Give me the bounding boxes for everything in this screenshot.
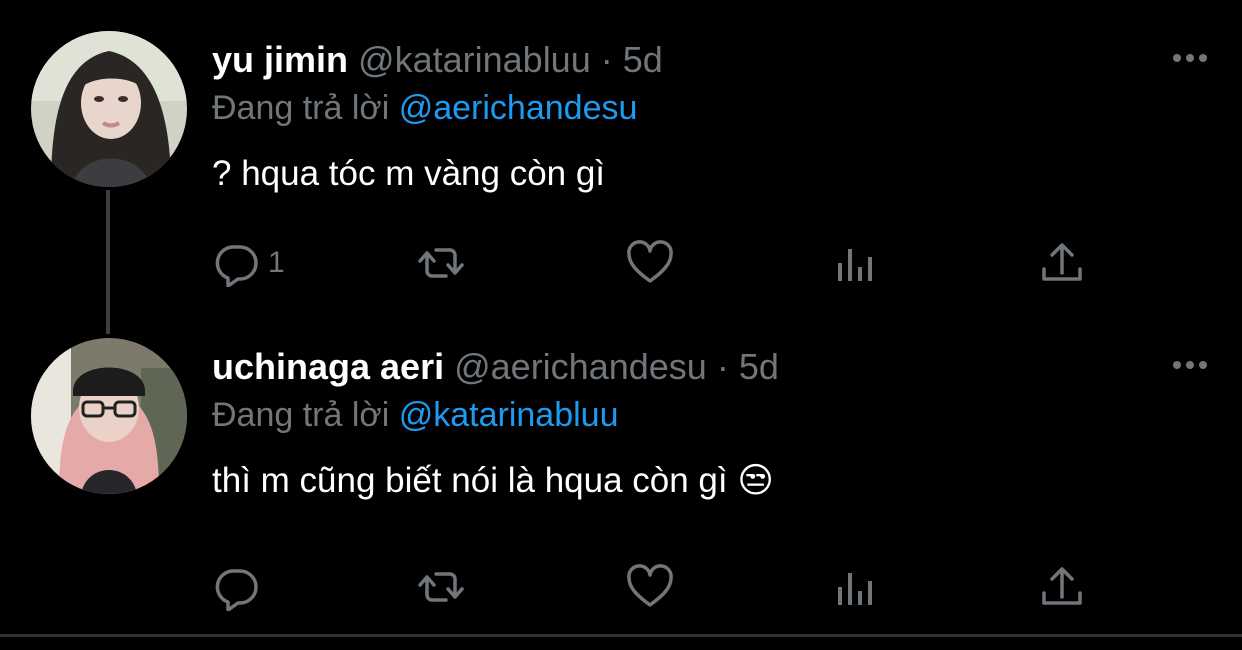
separator-dot: ·	[716, 346, 729, 387]
display-name[interactable]: yu jimin	[212, 39, 348, 80]
thread-connector-line	[106, 190, 110, 334]
share-button[interactable]	[1038, 562, 1086, 612]
tweet-header: yu jimin @katarinabluu · 5d	[212, 38, 1172, 82]
like-icon	[627, 564, 673, 607]
replying-prefix: Đang trả lời	[212, 89, 390, 127]
views-icon	[838, 249, 872, 281]
more-icon	[1173, 54, 1207, 62]
reply-count: 1	[268, 246, 285, 279]
replying-to-mention[interactable]: @katarinabluu	[399, 396, 619, 434]
reply-icon	[215, 569, 258, 611]
tweet-text: thì m cũng biết nói là hqua còn gì 😒	[212, 459, 1172, 503]
avatar-uchinaga-aeri[interactable]	[31, 338, 187, 494]
tweet-header: uchinaga aeri @aerichandesu · 5d	[212, 345, 1172, 389]
like-button[interactable]	[626, 238, 674, 288]
like-button[interactable]	[626, 562, 674, 612]
share-button[interactable]	[1038, 238, 1086, 288]
unamused-face-emoji: 😒	[737, 461, 774, 500]
replying-to-mention[interactable]: @aerichandesu	[399, 89, 638, 127]
user-handle[interactable]: @katarinabluu	[358, 39, 591, 80]
share-icon	[1042, 243, 1082, 281]
reply-icon	[215, 245, 258, 287]
replying-prefix: Đang trả lời	[212, 396, 390, 434]
replying-to-line: Đang trả lời @aerichandesu	[212, 86, 1172, 130]
reply-button[interactable]	[212, 562, 268, 612]
tweet-actions: 1	[212, 238, 1112, 288]
timestamp[interactable]: 5d	[739, 346, 779, 387]
user-handle[interactable]: @aerichandesu	[454, 346, 707, 387]
views-button[interactable]	[832, 238, 880, 288]
separator-dot: ·	[600, 39, 613, 80]
display-name[interactable]: uchinaga aeri	[212, 346, 444, 387]
views-icon	[838, 573, 872, 605]
reply-button[interactable]: 1	[212, 238, 285, 288]
replying-to-line: Đang trả lời @katarinabluu	[212, 393, 1172, 437]
retweet-button[interactable]	[417, 238, 465, 288]
retweet-icon	[418, 572, 464, 602]
timestamp[interactable]: 5d	[623, 39, 663, 80]
more-options-button[interactable]	[1170, 355, 1210, 375]
divider	[0, 634, 1242, 637]
avatar-yu-jimin[interactable]	[31, 31, 187, 187]
share-icon	[1042, 567, 1082, 605]
retweet-icon	[418, 248, 464, 278]
tweet-actions	[212, 562, 1112, 612]
views-button[interactable]	[832, 562, 880, 612]
tweet-text: ? hqua tóc m vàng còn gì	[212, 154, 606, 193]
tweet-text-body: thì m cũng biết nói là hqua còn gì	[212, 461, 728, 500]
retweet-button[interactable]	[417, 562, 465, 612]
more-options-button[interactable]	[1170, 48, 1210, 68]
like-icon	[627, 240, 673, 283]
more-icon	[1173, 361, 1207, 369]
